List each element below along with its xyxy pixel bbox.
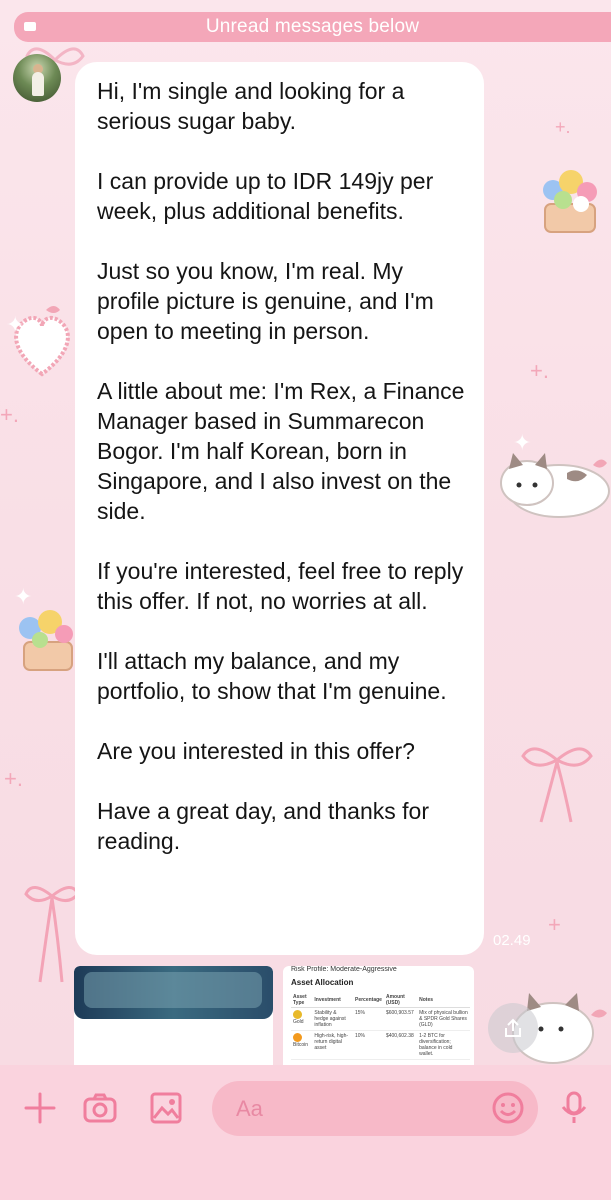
message-paragraph: A little about me: I'm Rex, a Finance Ma… bbox=[97, 378, 465, 524]
blurred-balance bbox=[74, 966, 273, 1019]
sparkle-decoration: ✦ bbox=[14, 584, 33, 609]
table-header: Percentage bbox=[352, 993, 384, 1008]
microphone-icon[interactable] bbox=[556, 1090, 592, 1126]
message-timestamp: 02.49 bbox=[493, 932, 531, 949]
flower-basket-decoration bbox=[543, 170, 597, 233]
plus-icon[interactable] bbox=[22, 1090, 58, 1126]
attachment-portfolio-image[interactable]: Risk Profile: Moderate-Aggressive Asset … bbox=[283, 966, 474, 1066]
sparkle-decoration: +. bbox=[4, 766, 23, 791]
message-paragraph: I'll attach my balance, and my portfolio… bbox=[97, 648, 447, 704]
table-header: Notes bbox=[417, 993, 470, 1008]
message-paragraph: Hi, I'm single and looking for a serious… bbox=[97, 78, 405, 134]
table-row: Bitcoin High-risk, high-return digital a… bbox=[291, 1030, 470, 1060]
attachment-balance-image[interactable] bbox=[74, 966, 273, 1066]
table-header: Asset Type bbox=[291, 993, 313, 1008]
message-bubble[interactable]: Hi, I'm single and looking for a serious… bbox=[75, 62, 484, 955]
unread-banner-text: Unread messages below bbox=[205, 16, 420, 37]
flower-basket-decoration bbox=[19, 610, 73, 671]
asset-allocation-table: Asset Type Investment Percentage Amount … bbox=[291, 993, 470, 1060]
table-header: Investment bbox=[312, 993, 353, 1008]
message-input-placeholder: Aa bbox=[236, 1096, 263, 1121]
sparkle-decoration: +. bbox=[0, 402, 19, 427]
share-button[interactable] bbox=[488, 1003, 538, 1053]
risk-profile-label: Risk Profile: Moderate-Aggressive bbox=[291, 966, 397, 973]
message-paragraph: Are you interested in this offer? bbox=[97, 738, 415, 764]
sparkle-decoration: +. bbox=[530, 358, 549, 383]
bitcoin-icon bbox=[293, 1033, 302, 1042]
unread-messages-banner: Unread messages below bbox=[14, 12, 611, 42]
cat-decoration bbox=[500, 453, 610, 518]
sparkle-decoration: ✦ bbox=[6, 312, 25, 337]
sparkle-decoration: ✦ bbox=[513, 430, 532, 455]
asset-allocation-heading: Asset Allocation bbox=[291, 978, 354, 987]
emoji-icon[interactable] bbox=[491, 1091, 525, 1125]
message-paragraph: I can provide up to IDR 149jy per week, … bbox=[97, 168, 434, 224]
message-paragraph: If you're interested, feel free to reply… bbox=[97, 558, 464, 614]
sparkle-decoration: +. bbox=[555, 117, 571, 137]
table-header: Amount (USD) bbox=[383, 993, 418, 1008]
sender-avatar[interactable] bbox=[13, 54, 61, 102]
ribbon-bow-decoration bbox=[521, 747, 593, 823]
message-paragraph: Just so you know, I'm real. My profile p… bbox=[97, 258, 434, 344]
message-paragraph: Have a great day, and thanks for reading… bbox=[97, 798, 429, 854]
sparkle-decoration: + bbox=[548, 912, 561, 937]
share-icon bbox=[505, 1018, 521, 1037]
tag-icon bbox=[24, 22, 36, 31]
image-icon[interactable] bbox=[148, 1090, 184, 1126]
gold-coin-icon bbox=[293, 1010, 302, 1019]
camera-icon[interactable] bbox=[82, 1090, 118, 1126]
table-row: Gold Stability & hedge against inflation… bbox=[291, 1007, 470, 1031]
ribbon-bow-decoration bbox=[24, 886, 80, 983]
